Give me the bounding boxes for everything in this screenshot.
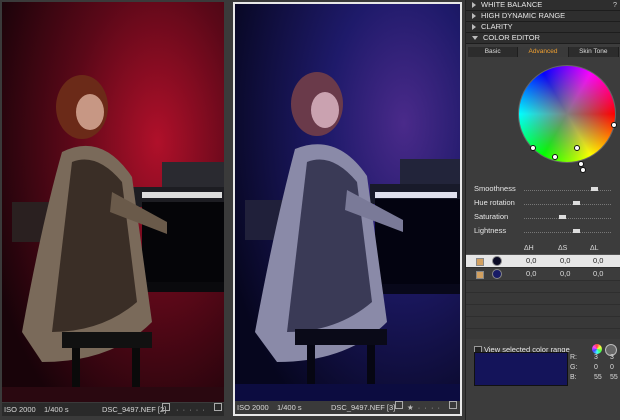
slider-track[interactable] [524, 218, 611, 220]
color-point-handle[interactable] [530, 145, 536, 151]
color-editor-tabs: Basic Advanced Skin Tone [468, 47, 619, 57]
slider-thumb[interactable] [573, 201, 581, 205]
rating-stars[interactable]: ★ · · · · [407, 401, 441, 414]
slider-row: Smoothness [466, 182, 620, 196]
rgb-a: 55 [594, 374, 602, 381]
photo-caption-edited: ISO 2000 1/400 s DSC_9497.NEF [3] ★ · · … [235, 401, 460, 414]
slider-label: Smoothness [474, 184, 516, 193]
rgb-a: 0 [594, 364, 598, 371]
delta-dh-value: 0,0 [526, 256, 537, 265]
color-wheel-area [466, 57, 620, 180]
filename-label: DSC_9497.NEF [3] [331, 403, 396, 412]
color-point-handle[interactable] [580, 167, 586, 173]
delta-ds-value: 0,0 [560, 269, 571, 278]
image-viewer: ISO 2000 1/400 s DSC_9497.NEF [2] · · · … [0, 0, 465, 420]
expand-triangle-icon [472, 24, 476, 31]
tab-basic[interactable]: Basic [468, 47, 519, 57]
row-swatch [476, 258, 484, 266]
photo-pianist-red [2, 2, 224, 402]
rgb-label: G: [570, 364, 578, 371]
color-table-header: ΔH ΔS ΔL [466, 244, 620, 255]
slider-track[interactable] [524, 232, 611, 234]
slider-thumb[interactable] [590, 187, 598, 191]
color-dot [492, 269, 502, 279]
slider-label: Lightness [474, 226, 507, 235]
color-point-handle[interactable] [574, 145, 580, 151]
header-delta-l: ΔL [590, 245, 599, 252]
color-table-rows: 0,0 0,0 0,0 0,0 0,0 0,0 [466, 255, 620, 281]
delta-ds-value: 0,0 [560, 256, 571, 265]
rgb-a: 3 [594, 354, 598, 361]
photo-thumbnail-edited[interactable] [233, 2, 462, 416]
shutter-label: 1/400 s [277, 403, 302, 412]
rating-stars[interactable]: · · · · · [176, 403, 206, 416]
adjustments-panel: WHITE BALANCE ? HIGH DYNAMIC RANGE CLARI… [465, 0, 620, 420]
rgb-label: B: [570, 374, 577, 381]
shutter-label: 1/400 s [44, 405, 69, 414]
rgb-row: B: 55 55 [570, 374, 618, 384]
delta-dl-value: 0,0 [593, 269, 604, 278]
row-swatch [476, 271, 484, 279]
slider-row: Saturation [466, 210, 620, 224]
help-icon[interactable]: ? [613, 0, 617, 10]
tab-skin-tone[interactable]: Skin Tone [569, 47, 619, 57]
section-clarity[interactable]: CLARITY [466, 22, 620, 33]
adjustment-sliders: Smoothness Hue rotation Saturation Lightnes… [466, 182, 620, 238]
expand-triangle-icon [472, 13, 476, 20]
slider-track[interactable] [524, 190, 611, 192]
section-high-dynamic-range[interactable]: HIGH DYNAMIC RANGE [466, 11, 620, 22]
color-wheel-icon[interactable] [592, 344, 602, 354]
color-row[interactable]: 0,0 0,0 0,0 [466, 268, 620, 281]
slider-thumb[interactable] [573, 229, 581, 233]
color-row[interactable]: 0,0 0,0 0,0 [466, 255, 620, 268]
slider-thumb[interactable] [559, 215, 567, 219]
photo-pianist-blue [235, 4, 460, 402]
color-dot [492, 256, 502, 266]
collapse-triangle-icon [472, 36, 478, 41]
rgb-b: 55 [610, 374, 618, 381]
rgb-b: 0 [610, 364, 614, 371]
delta-dh-value: 0,0 [526, 269, 537, 278]
color-point-handle[interactable] [552, 154, 558, 160]
rgb-row: G: 0 0 [570, 364, 618, 374]
color-point-handle[interactable] [611, 122, 617, 128]
photo-thumbnail-original[interactable] [2, 2, 224, 402]
slider-label: Saturation [474, 212, 509, 221]
tab-advanced[interactable]: Advanced [518, 47, 569, 57]
photo-caption-original: ISO 2000 1/400 s DSC_9497.NEF [2] · · · … [2, 403, 224, 416]
rgb-row: R: 3 3 [570, 354, 618, 364]
header-delta-h: ΔH [524, 245, 534, 252]
slider-row: Hue rotation [466, 196, 620, 210]
section-color-editor[interactable]: COLOR EDITOR [466, 33, 620, 44]
expand-triangle-icon [472, 2, 476, 9]
delta-dl-value: 0,0 [593, 256, 604, 265]
filename-label: DSC_9497.NEF [2] [102, 405, 167, 414]
sampled-color-swatch [474, 352, 568, 386]
section-white-balance[interactable]: WHITE BALANCE ? [466, 0, 620, 11]
iso-label: ISO 2000 [4, 405, 36, 414]
slider-track[interactable] [524, 204, 611, 206]
slider-label: Hue rotation [474, 198, 515, 207]
color-table-empty-rows [466, 281, 620, 339]
rgb-label: R: [570, 354, 577, 361]
header-delta-s: ΔS [558, 245, 568, 252]
iso-label: ISO 2000 [237, 403, 269, 412]
slider-row: Lightness [466, 224, 620, 238]
rgb-b: 3 [610, 354, 614, 361]
